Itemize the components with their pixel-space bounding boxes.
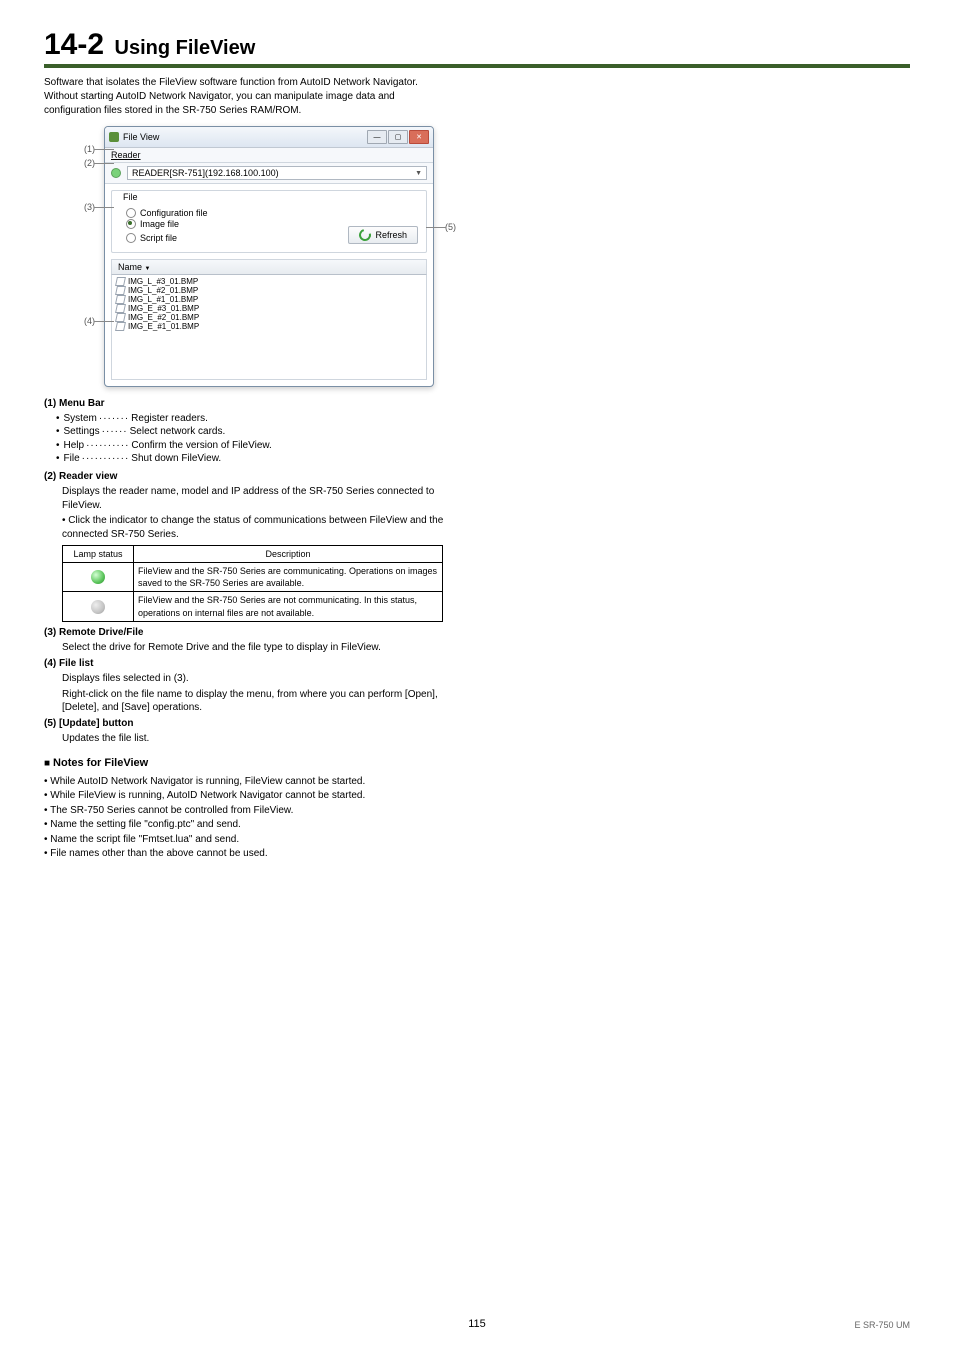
table-row: FileView and the SR-750 Series are not c… xyxy=(63,592,443,621)
file-icon xyxy=(115,295,126,304)
item-4-para1: Displays files selected in (3). xyxy=(62,672,444,686)
menu-reader[interactable]: Reader xyxy=(111,150,141,160)
callout-5: (5) xyxy=(445,222,456,232)
callout-line xyxy=(94,321,114,322)
close-button[interactable]: ✕ xyxy=(409,130,429,144)
file-type-panel: File Configuration file Image file Scrip… xyxy=(111,190,427,253)
file-icon xyxy=(115,304,126,313)
item-1-heading: (1) Menu Bar xyxy=(44,397,444,411)
refresh-button[interactable]: Refresh xyxy=(348,226,418,244)
table-cell: FileView and the SR-750 Series are commu… xyxy=(134,563,443,592)
menu-desc-row: •File···········Shut down FileView. xyxy=(56,452,444,466)
callout-line xyxy=(94,207,114,208)
section-number: 14-2 xyxy=(44,28,104,61)
list-item[interactable]: IMG_E_#2_01.BMP xyxy=(114,313,424,322)
footer-right: E SR-750 UM xyxy=(854,1320,910,1330)
list-item[interactable]: IMG_L_#2_01.BMP xyxy=(114,286,424,295)
window-titlebar[interactable]: File View — ▢ ✕ xyxy=(105,127,433,148)
item-4-heading: (4) File list xyxy=(44,657,444,671)
item-2-heading: (2) Reader view xyxy=(44,470,444,484)
table-row: FileView and the SR-750 Series are commu… xyxy=(63,563,443,592)
reader-select[interactable]: READER[SR-751](192.168.100.100) ▼ xyxy=(127,166,427,180)
section-title-text: Using FileView xyxy=(115,37,256,59)
minimize-button[interactable]: — xyxy=(367,130,387,144)
file-icon xyxy=(115,322,126,331)
radio-label: Script file xyxy=(140,233,177,243)
menu-bar[interactable]: Reader xyxy=(105,148,433,163)
item-5-heading: (5) [Update] button xyxy=(44,717,444,731)
maximize-button[interactable]: ▢ xyxy=(388,130,408,144)
notes-heading: ■Notes for FileView xyxy=(44,756,444,771)
radio-label: Configuration file xyxy=(140,208,208,218)
note-item: While FileView is running, AutoID Networ… xyxy=(44,789,444,803)
item-3-heading: (3) Remote Drive/File xyxy=(44,626,444,640)
radio-config-file[interactable]: Configuration file xyxy=(126,208,418,218)
reader-select-value: READER[SR-751](192.168.100.100) xyxy=(132,168,279,178)
sort-icon: ▼ xyxy=(145,266,151,272)
refresh-icon xyxy=(357,227,373,243)
note-item: Name the script file "Fmtset.lua" and se… xyxy=(44,833,444,847)
file-list[interactable]: IMG_L_#3_01.BMP IMG_L_#2_01.BMP IMG_L_#1… xyxy=(111,275,427,380)
refresh-label: Refresh xyxy=(375,230,407,240)
chevron-down-icon: ▼ xyxy=(415,170,422,177)
table-cell: FileView and the SR-750 Series are not c… xyxy=(134,592,443,621)
list-item[interactable]: IMG_L_#1_01.BMP xyxy=(114,295,424,304)
note-item: While AutoID Network Navigator is runnin… xyxy=(44,775,444,789)
section-heading: 14-2 Using FileView xyxy=(44,28,910,68)
menu-desc-row: •Help··········Confirm the version of Fi… xyxy=(56,439,444,453)
table-header: Lamp status xyxy=(63,546,134,563)
menu-desc-row: •System·······Register readers. xyxy=(56,412,444,426)
item-5-para: Updates the file list. xyxy=(62,732,444,746)
item-3-para: Select the drive for Remote Drive and th… xyxy=(62,641,444,655)
menu-desc-row: •Settings······Select network cards. xyxy=(56,425,444,439)
page-number: 115 xyxy=(468,1318,486,1330)
callout-line xyxy=(426,227,446,228)
callout-line xyxy=(94,149,114,150)
list-item[interactable]: IMG_L_#3_01.BMP xyxy=(114,277,424,286)
note-item: Name the setting file "config.ptc" and s… xyxy=(44,818,444,832)
table-header: Description xyxy=(134,546,443,563)
radio-script-file[interactable]: Script file xyxy=(126,233,177,243)
note-item: The SR-750 Series cannot be controlled f… xyxy=(44,804,444,818)
file-icon xyxy=(115,277,126,286)
list-item[interactable]: IMG_E_#1_01.BMP xyxy=(114,322,424,331)
file-icon xyxy=(115,286,126,295)
list-item[interactable]: IMG_E_#3_01.BMP xyxy=(114,304,424,313)
note-item: File names other than the above cannot b… xyxy=(44,847,444,861)
lamp-grey-icon xyxy=(91,600,105,614)
radio-label: Image file xyxy=(140,219,179,229)
status-led-icon[interactable] xyxy=(111,168,121,178)
window-title: File View xyxy=(123,132,159,142)
fileview-window: File View — ▢ ✕ Reader READER[SR-751](19… xyxy=(104,126,434,387)
item-4-para2: Right-click on the file name to display … xyxy=(62,688,444,715)
list-header-name[interactable]: Name ▼ xyxy=(111,259,427,275)
intro-paragraph: Software that isolates the FileView soft… xyxy=(44,76,424,118)
file-icon xyxy=(115,313,126,322)
window-icon xyxy=(109,132,119,142)
lamp-status-table: Lamp status Description FileView and the… xyxy=(62,545,443,622)
item-2-para: Displays the reader name, model and IP a… xyxy=(62,485,444,512)
item-2-bullet: • Click the indicator to change the stat… xyxy=(62,514,444,541)
callout-line xyxy=(94,163,114,164)
panel-title: File xyxy=(120,192,141,202)
lamp-green-icon xyxy=(91,570,105,584)
